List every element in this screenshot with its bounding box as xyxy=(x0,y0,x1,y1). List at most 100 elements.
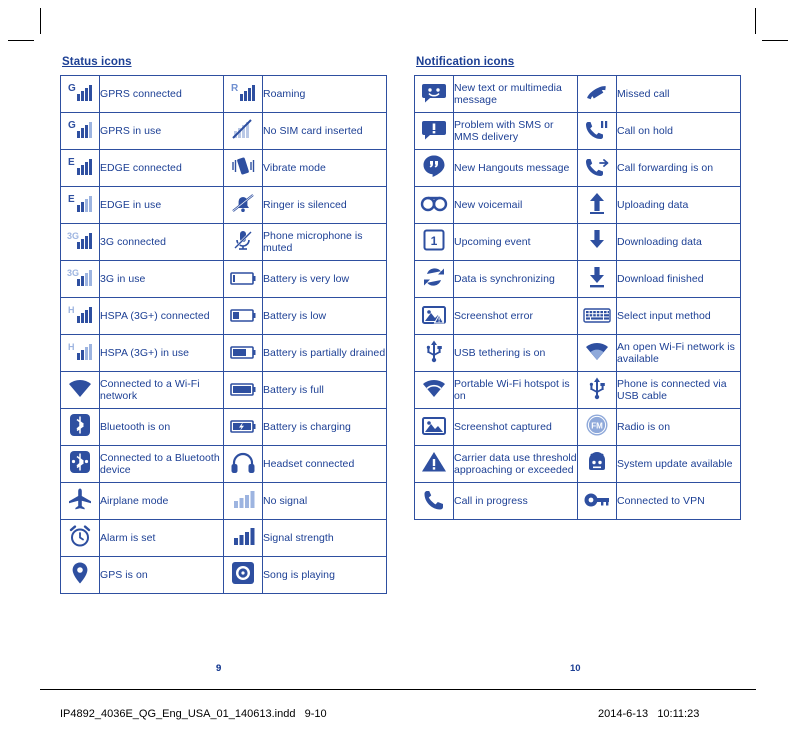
table-row: E EDGE connected Vibrate mode xyxy=(60,149,387,187)
battery-charging-icon xyxy=(223,408,263,446)
notification-icon-label: New voicemail xyxy=(453,186,578,224)
system-update-icon xyxy=(577,445,617,483)
status-icon-label: Roaming xyxy=(262,75,387,113)
table-row: Bluetooth is on Battery is charging xyxy=(60,408,387,446)
notification-icon-label: Call in progress xyxy=(453,482,578,520)
roaming-icon: R xyxy=(223,75,263,113)
status-icon-label: No SIM card inserted xyxy=(262,112,387,150)
notification-icon-label: Screenshot error xyxy=(453,297,578,335)
open-wifi-available-icon xyxy=(577,334,617,372)
missed-call-icon xyxy=(577,75,617,113)
status-icon-label: Connected to a Wi-Fi network xyxy=(99,371,224,409)
call-on-hold-icon xyxy=(577,112,617,150)
status-icons-section: Status icons G GPRS connected R Roaming … xyxy=(60,56,387,674)
status-icon-label: No signal xyxy=(262,482,387,520)
status-icon-label: Vibrate mode xyxy=(262,149,387,187)
notification-icons-table: New text or multimedia message Missed ca… xyxy=(414,75,741,520)
status-icon-label: HSPA (3G+) connected xyxy=(99,297,224,335)
table-row: GPS is on Song is playing xyxy=(60,556,387,594)
3g-connected-icon: 3G xyxy=(60,223,100,261)
notification-icon-label: Call on hold xyxy=(616,112,741,150)
hspa-in-use-icon: H xyxy=(60,334,100,372)
song-playing-icon xyxy=(223,556,263,594)
status-icon-label: Headset connected xyxy=(262,445,387,483)
svg-text:E: E xyxy=(68,157,75,168)
battery-very-low-icon xyxy=(223,260,263,298)
table-row: G GPRS connected R Roaming xyxy=(60,75,387,113)
status-icon-label: EDGE in use xyxy=(99,186,224,224)
hangouts-message-icon xyxy=(414,149,454,187)
hspa-connected-icon: H xyxy=(60,297,100,335)
vpn-connected-icon xyxy=(577,482,617,520)
screenshot-error-icon xyxy=(414,297,454,335)
screenshot-captured-icon xyxy=(414,408,454,446)
gprs-in-use-icon: G xyxy=(60,112,100,150)
status-icon-label: Phone microphone is muted xyxy=(262,223,387,261)
notification-icon-label: Data is synchronizing xyxy=(453,260,578,298)
sms-problem-icon xyxy=(414,112,454,150)
vibrate-mode-icon xyxy=(223,149,263,187)
select-input-method-icon xyxy=(577,297,617,335)
bluetooth-connected-icon xyxy=(60,445,100,483)
svg-text:H: H xyxy=(68,342,75,352)
svg-text:E: E xyxy=(68,194,75,205)
status-icon-label: Ringer is silenced xyxy=(262,186,387,224)
new-message-icon xyxy=(414,75,454,113)
notification-icon-label: System update available xyxy=(616,445,741,483)
no-signal-icon xyxy=(223,482,263,520)
notification-icons-title: Notification icons xyxy=(416,56,515,68)
notification-icon-label: USB tethering is on xyxy=(453,334,578,372)
usb-connected-icon xyxy=(577,371,617,409)
notification-icon-label: Call forwarding is on xyxy=(616,149,741,187)
status-icon-label: Battery is full xyxy=(262,371,387,409)
no-sim-card-icon xyxy=(223,112,263,150)
status-icon-label: HSPA (3G+) in use xyxy=(99,334,224,372)
table-row: H HSPA (3G+) connected Battery is low xyxy=(60,297,387,335)
carrier-data-warning-icon xyxy=(414,445,454,483)
notification-icon-label: Problem with SMS or MMS delivery xyxy=(453,112,578,150)
status-icon-label: 3G in use xyxy=(99,260,224,298)
page-number-left: 9 xyxy=(216,663,222,674)
status-icon-label: Battery is partially drained xyxy=(262,334,387,372)
table-row: Connected to a Bluetooth device Headset … xyxy=(60,445,387,483)
airplane-mode-icon xyxy=(60,482,100,520)
table-row: Problem with SMS or MMS delivery Call on… xyxy=(414,112,741,150)
status-icon-label: Bluetooth is on xyxy=(99,408,224,446)
3g-in-use-icon: 3G xyxy=(60,260,100,298)
status-icon-label: EDGE connected xyxy=(99,149,224,187)
notification-icon-label: Missed call xyxy=(616,75,741,113)
usb-tethering-icon xyxy=(414,334,454,372)
status-icons-title: Status icons xyxy=(62,56,132,68)
status-icon-label: Alarm is set xyxy=(99,519,224,557)
svg-text:3G: 3G xyxy=(67,231,79,241)
svg-text:G: G xyxy=(68,120,76,131)
gps-on-icon xyxy=(60,556,100,594)
ringer-silenced-icon xyxy=(223,186,263,224)
notification-icons-section: Notification icons New text or multimedi… xyxy=(414,56,741,520)
table-row: Call in progress Connected to VPN xyxy=(414,482,741,520)
table-row: H HSPA (3G+) in use Battery is partially… xyxy=(60,334,387,372)
edge-in-use-icon: E xyxy=(60,186,100,224)
status-icon-label: Song is playing xyxy=(262,556,387,594)
notification-icon-label: Carrier data use threshold approaching o… xyxy=(453,445,578,483)
crop-mark xyxy=(40,8,41,34)
battery-partially-drained-icon xyxy=(223,334,263,372)
signal-strength-icon xyxy=(223,519,263,557)
status-icon-label: GPRS connected xyxy=(99,75,224,113)
footer-timestamp: 2014-6-13 10:11:23 xyxy=(598,708,700,720)
microphone-muted-icon xyxy=(223,223,263,261)
upcoming-event-icon: 1 xyxy=(414,223,454,261)
svg-text:3G: 3G xyxy=(67,268,79,278)
notification-icon-label: Phone is connected via USB cable xyxy=(616,371,741,409)
table-row: Alarm is set Signal strength xyxy=(60,519,387,557)
bluetooth-on-icon xyxy=(60,408,100,446)
alarm-set-icon xyxy=(60,519,100,557)
crop-mark xyxy=(8,40,34,41)
table-row: E EDGE in use Ringer is silenced xyxy=(60,186,387,224)
table-row: Portable Wi-Fi hotspot is on Phone is co… xyxy=(414,371,741,409)
footer-divider xyxy=(40,689,756,690)
table-row: Screenshot captured FM Radio is on xyxy=(414,408,741,446)
notification-icon-label: New text or multimedia message xyxy=(453,75,578,113)
wifi-connected-icon xyxy=(60,371,100,409)
notification-icon-label: Select input method xyxy=(616,297,741,335)
